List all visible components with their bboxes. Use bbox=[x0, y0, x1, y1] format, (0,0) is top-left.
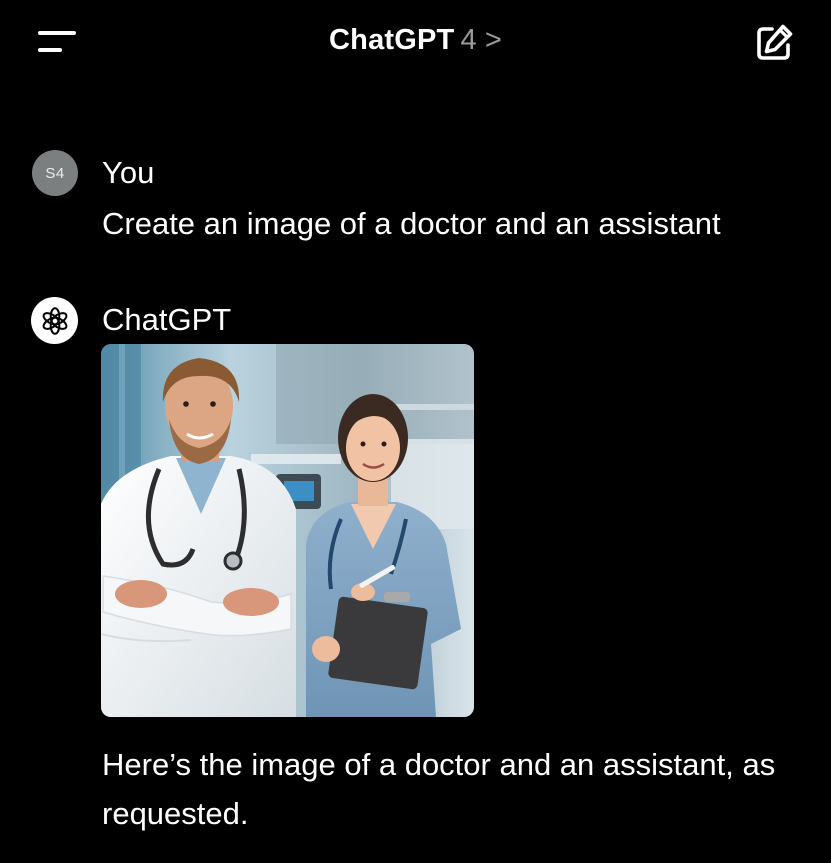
user-author-label: You bbox=[102, 155, 155, 190]
app-title: ChatGPT bbox=[329, 24, 455, 56]
chat-screen: ChatGPT 4 > S4 You Create an image of a do… bbox=[0, 0, 831, 863]
assistant-author-label: ChatGPT bbox=[102, 302, 232, 337]
model-selector[interactable]: ChatGPT 4 > bbox=[0, 24, 831, 57]
model-version: 4 bbox=[460, 24, 477, 56]
user-avatar: S4 bbox=[32, 150, 78, 196]
user-message-text: Create an image of a doctor and an assis… bbox=[102, 206, 721, 241]
assistant-message-text: Here’s the image of a doctor and an assi… bbox=[102, 747, 776, 831]
compose-icon[interactable] bbox=[753, 22, 795, 64]
top-bar: ChatGPT 4 > bbox=[0, 0, 831, 88]
chevron-right-icon: > bbox=[484, 24, 502, 56]
openai-logo-icon bbox=[31, 297, 78, 344]
generated-image[interactable] bbox=[101, 344, 474, 717]
